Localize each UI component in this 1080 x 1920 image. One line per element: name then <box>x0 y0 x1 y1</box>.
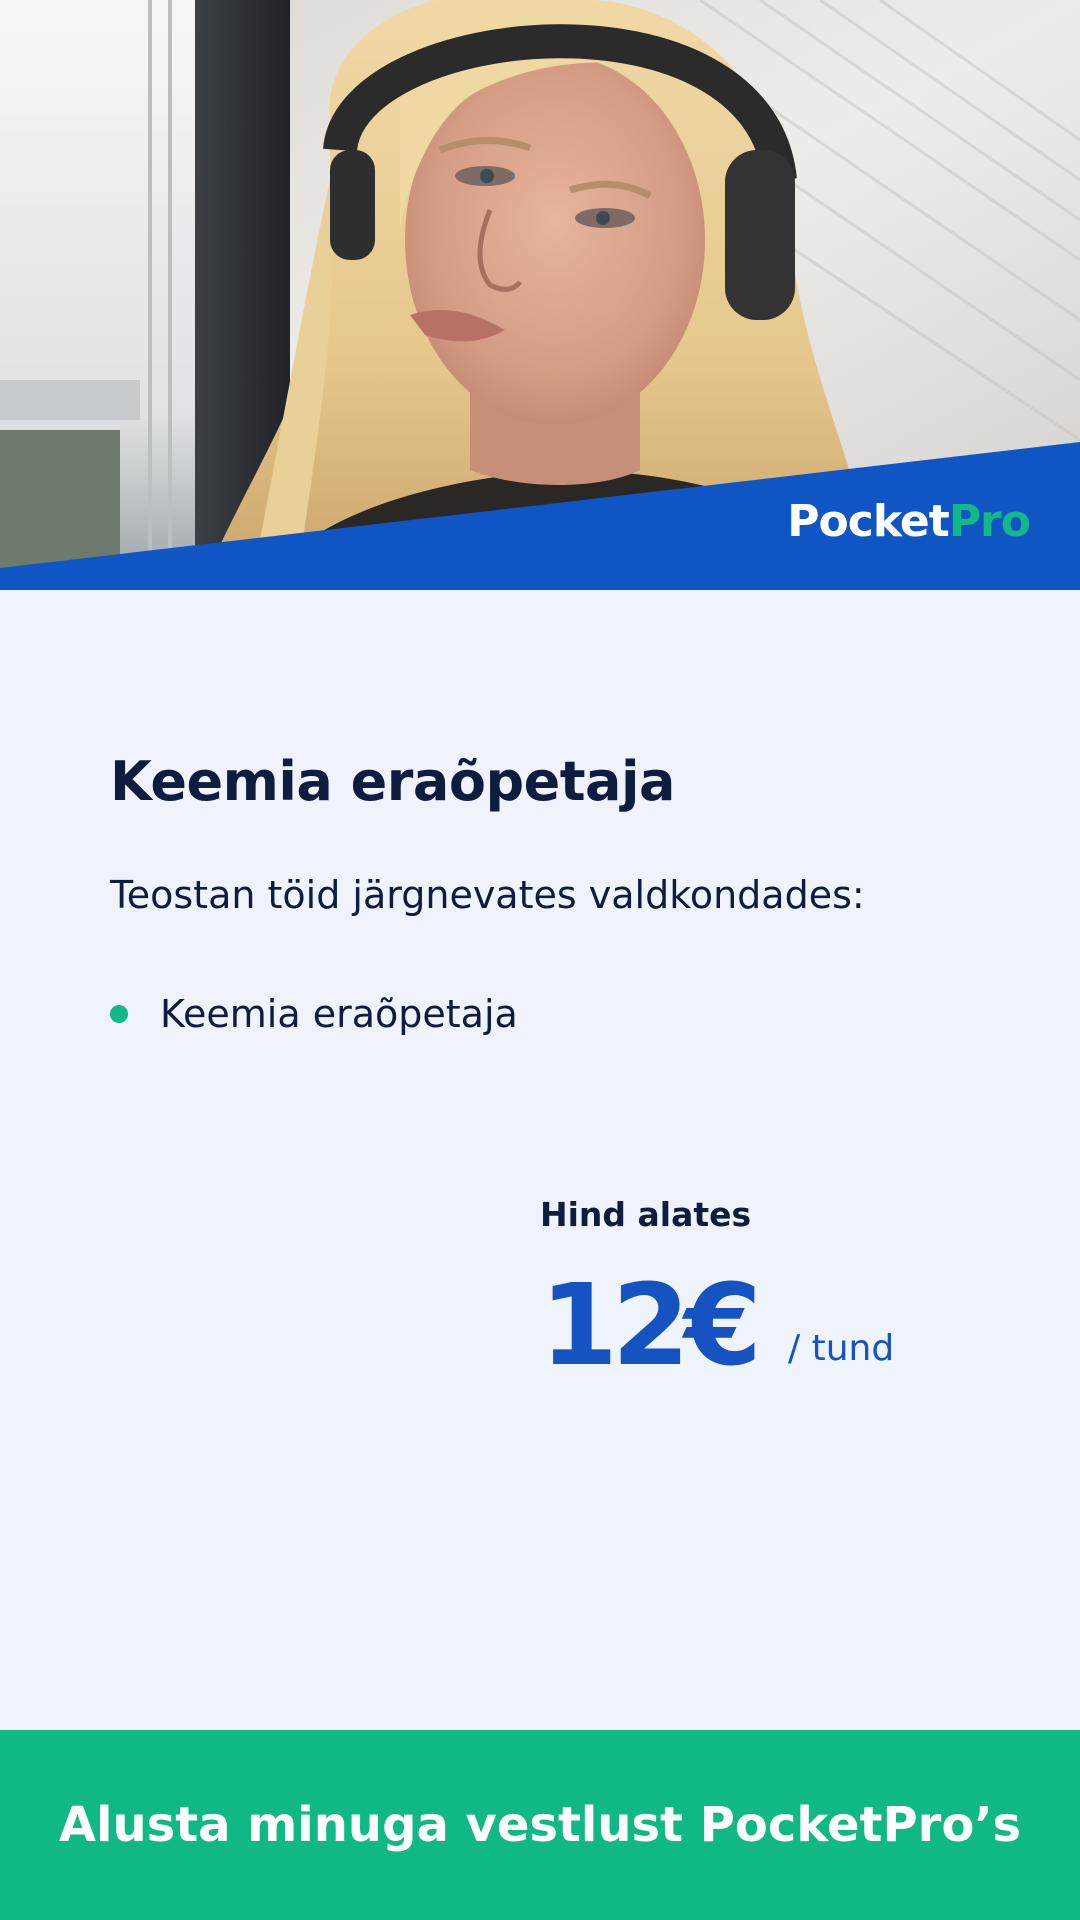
price-row: 12€ / tund <box>540 1270 894 1382</box>
bullet-dot-icon <box>110 1005 128 1023</box>
price-block: Hind alates 12€ / tund <box>540 1195 894 1382</box>
service-label: Keemia eraõpetaja <box>160 992 518 1036</box>
price-unit: / tund <box>788 1328 895 1369</box>
price-label: Hind alates <box>540 1195 752 1234</box>
services-intro: Teostan töid järgnevates valdkondades: <box>110 873 865 917</box>
logo-text-pro: Pro <box>948 496 1031 547</box>
tutor-profile-card: PocketPro Keemia eraõpetaja Teostan töid… <box>0 0 1080 1920</box>
hero-section: PocketPro <box>0 0 1080 590</box>
page-title: Keemia eraõpetaja <box>110 750 675 813</box>
logo-text-pocket: Pocket <box>787 496 950 547</box>
start-chat-button[interactable]: Alusta minuga vestlust PocketPro’s <box>0 1730 1080 1920</box>
price-amount: 12€ <box>540 1261 762 1391</box>
pocketpro-logo: PocketPro <box>787 500 1031 544</box>
services-list: Keemia eraõpetaja <box>110 992 518 1036</box>
list-item: Keemia eraõpetaja <box>110 992 518 1036</box>
